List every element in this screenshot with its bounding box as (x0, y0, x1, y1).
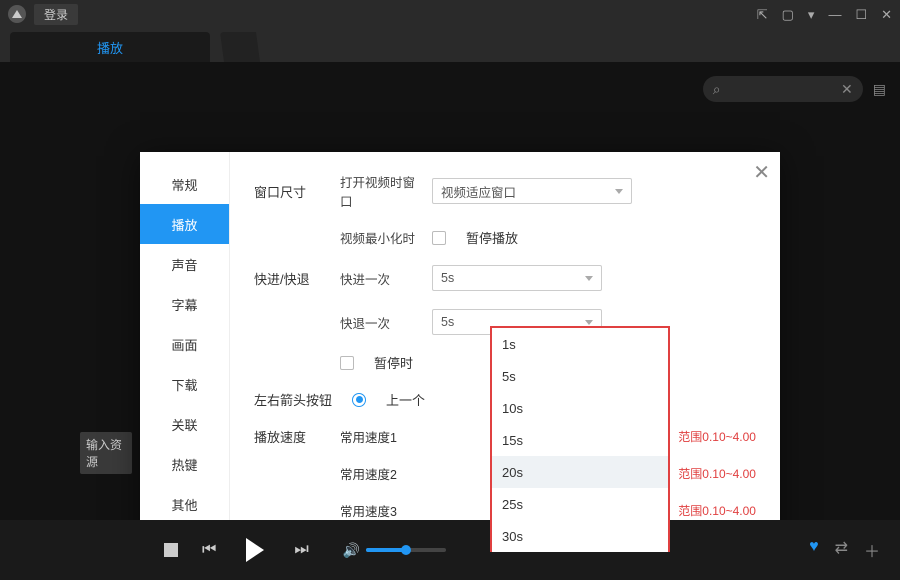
backward-label: 快退一次 (340, 313, 418, 332)
settings-sidebar: 常规 播放 声音 字幕 画面 下载 关联 热键 其他 (140, 152, 230, 552)
equalizer-icon[interactable]: ⇄ (835, 538, 848, 562)
tab-empty[interactable] (220, 32, 260, 62)
sidebar-item-playback[interactable]: 播放 (140, 204, 229, 244)
arrow-prev-radio[interactable] (352, 393, 366, 407)
playlist-icon[interactable]: ♥ (809, 538, 819, 562)
sidebar-item-other[interactable]: 其他 (140, 484, 229, 524)
close-window-icon[interactable]: ✕ (881, 8, 892, 21)
speed3-label: 常用速度3 (340, 501, 408, 520)
chevron-down-icon (585, 320, 593, 325)
backward-dropdown-list: 1s 5s 10s 15s 20s 25s 30s (490, 326, 670, 552)
folder-icon[interactable]: ▢ (782, 8, 794, 21)
tabbar: 播放 (0, 28, 900, 62)
layout-toggle-icon[interactable]: ▤ (873, 81, 886, 98)
dropdown-option[interactable]: 30s (492, 520, 668, 552)
pause-on-minimize-label: 暂停播放 (466, 228, 518, 247)
previous-button[interactable]: ⏮ (202, 541, 216, 559)
volume-control: 🔊 (343, 542, 446, 559)
chevron-down-icon (615, 189, 623, 194)
open-video-window-label: 打开视频时窗口 (340, 172, 418, 210)
resource-input[interactable]: 输入资源 (80, 432, 132, 474)
speed3-hint: 范围0.10~4.00 (678, 502, 756, 519)
tab-playback[interactable]: 播放 (10, 32, 210, 62)
minimize-label: 视频最小化时 (340, 228, 418, 247)
pause-label: 暂停时 (374, 353, 413, 372)
search-icon: ⌕ (713, 81, 721, 98)
clear-icon[interactable]: ✕ (841, 81, 853, 98)
pause-checkbox[interactable] (340, 356, 354, 370)
dropdown-option[interactable]: 5s (492, 360, 668, 392)
app-logo (8, 5, 26, 23)
play-button[interactable] (240, 538, 270, 562)
window-size-label: 窗口尺寸 (254, 182, 326, 201)
backward-value: 5s (441, 315, 454, 329)
login-button[interactable]: 登录 (34, 4, 78, 25)
arrow-buttons-label: 左右箭头按钮 (254, 390, 338, 409)
sidebar-item-download[interactable]: 下载 (140, 364, 229, 404)
dropdown-option[interactable]: 10s (492, 392, 668, 424)
speed1-hint: 范围0.10~4.00 (678, 428, 756, 445)
next-button[interactable]: ⏭ (294, 541, 308, 559)
arrow-prev-label: 上一个 (386, 390, 425, 409)
settings-panel: 窗口尺寸 打开视频时窗口 视频适应窗口 视频最小化时 暂停播放 快进/快退 快进… (230, 152, 780, 552)
player-bar: ⏮ ⏭ 🔊 ♥ ⇄ ＋ (0, 520, 900, 580)
sidebar-item-hotkey[interactable]: 热键 (140, 444, 229, 484)
titlebar: 登录 ⇱ ▢ ▾ — ☐ ✕ (0, 0, 900, 28)
forward-select[interactable]: 5s (432, 265, 602, 291)
volume-icon[interactable]: 🔊 (343, 542, 360, 559)
minimize-icon[interactable]: — (828, 8, 841, 21)
forward-label: 快进一次 (340, 269, 418, 288)
add-icon[interactable]: ＋ (864, 538, 880, 562)
sidebar-item-association[interactable]: 关联 (140, 404, 229, 444)
speed2-hint: 范围0.10~4.00 (678, 465, 756, 482)
dropdown-option[interactable]: 20s (492, 456, 668, 488)
dropdown-option[interactable]: 15s (492, 424, 668, 456)
window-size-select[interactable]: 视频适应窗口 (432, 178, 632, 204)
speed1-label: 常用速度1 (340, 427, 408, 446)
sidebar-item-general[interactable]: 常规 (140, 164, 229, 204)
search-input[interactable]: ⌕ ✕ (703, 76, 863, 102)
window-size-value: 视频适应窗口 (441, 182, 516, 201)
dropdown-option[interactable]: 1s (492, 328, 668, 360)
seek-label: 快进/快退 (254, 269, 326, 288)
settings-dialog: ✕ 常规 播放 声音 字幕 画面 下载 关联 热键 其他 窗口尺寸 打开视频时窗… (140, 152, 780, 552)
window-controls: ⇱ ▢ ▾ — ☐ ✕ (757, 8, 892, 21)
forward-value: 5s (441, 271, 454, 285)
stop-button[interactable] (164, 543, 178, 557)
speed2-label: 常用速度2 (340, 464, 408, 483)
speed-label: 播放速度 (254, 427, 326, 446)
content-area: ⌕ ✕ ▤ 输入资源 ✕ 常规 播放 声音 字幕 画面 下载 关联 热键 其他 … (0, 62, 900, 520)
sidebar-item-subtitle[interactable]: 字幕 (140, 284, 229, 324)
volume-slider[interactable] (366, 548, 446, 552)
pin-icon[interactable]: ⇱ (757, 8, 768, 21)
sidebar-item-audio[interactable]: 声音 (140, 244, 229, 284)
menu-icon[interactable]: ▾ (808, 8, 815, 21)
dropdown-option[interactable]: 25s (492, 488, 668, 520)
top-tools: ⌕ ✕ ▤ (703, 76, 886, 102)
maximize-icon[interactable]: ☐ (855, 8, 867, 21)
pause-on-minimize-checkbox[interactable] (432, 231, 446, 245)
sidebar-item-video[interactable]: 画面 (140, 324, 229, 364)
chevron-down-icon (585, 276, 593, 281)
